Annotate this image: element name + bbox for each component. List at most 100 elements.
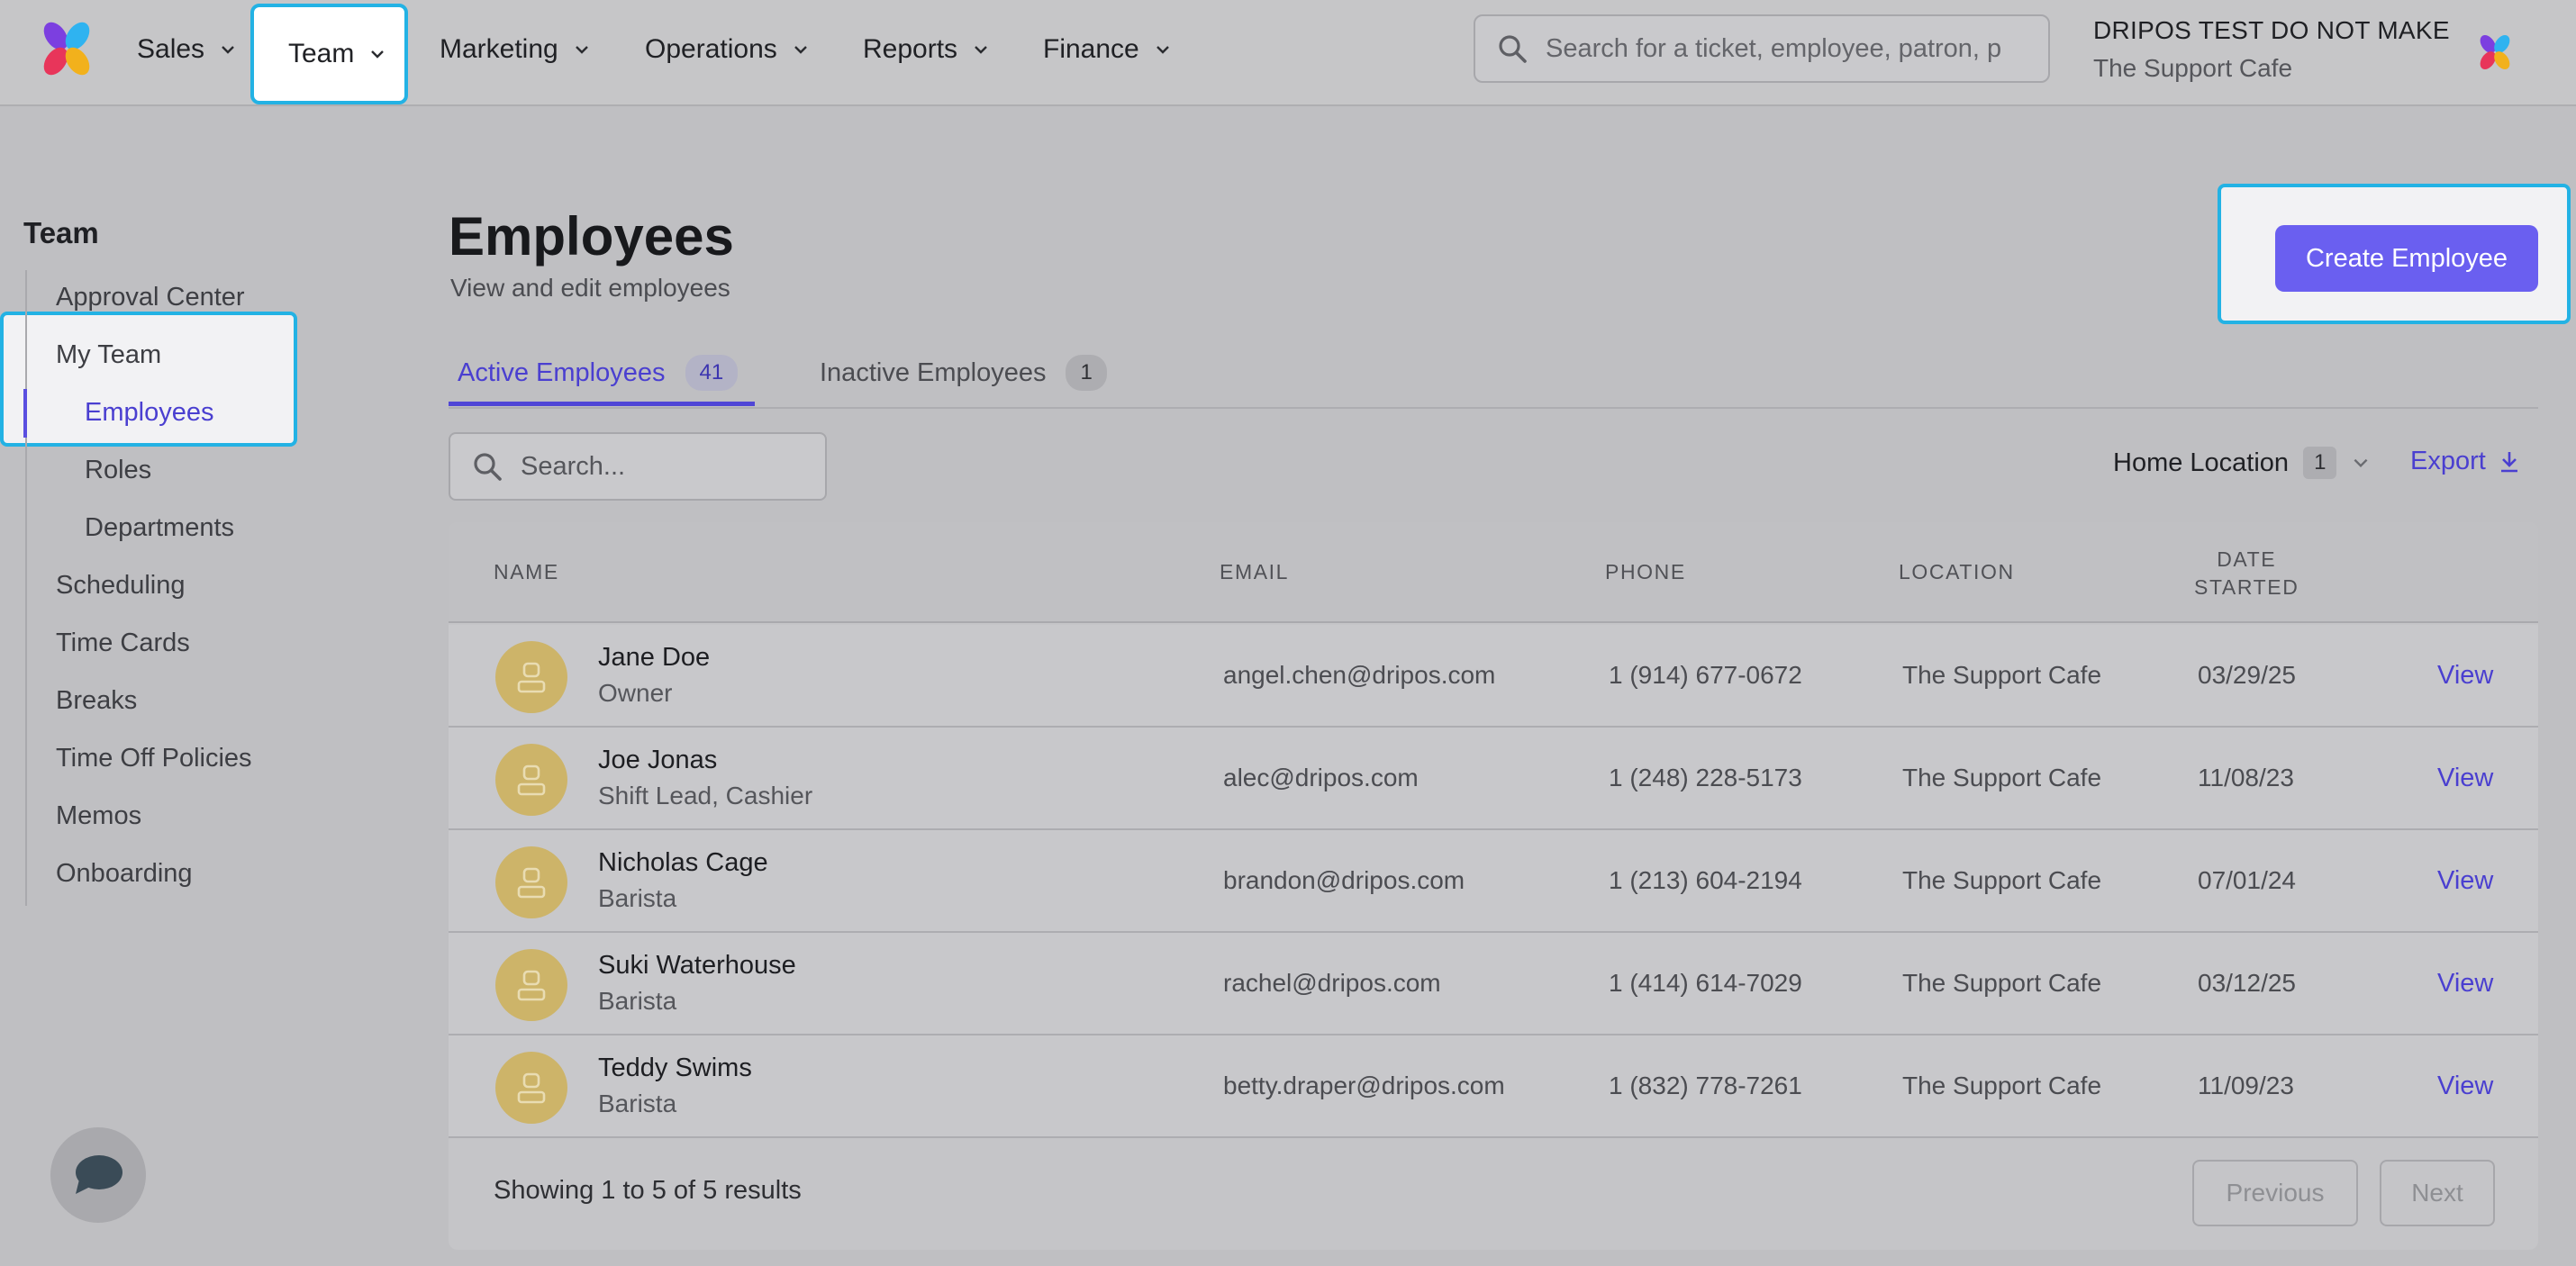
nav-team-label: Team — [288, 39, 355, 68]
sidebar-item-onboarding[interactable]: Onboarding — [56, 859, 193, 889]
tab-inactive-employees[interactable]: Inactive Employees 1 — [820, 337, 1107, 409]
employee-location: The Support Cafe — [1902, 969, 2102, 997]
table-row[interactable]: Nicholas Cage Barista brandon@dripos.com… — [449, 830, 2538, 933]
dripos-small-logo-icon[interactable] — [2475, 32, 2515, 72]
column-header-location[interactable]: LOCATION — [1899, 560, 2015, 584]
employee-search-input[interactable] — [521, 451, 809, 482]
sidebar-item-departments[interactable]: Departments — [85, 513, 234, 543]
sidebar-item-approval-center[interactable]: Approval Center — [56, 283, 245, 312]
sidebar-rail — [25, 270, 27, 906]
tab-active-employees[interactable]: Active Employees 41 — [458, 337, 739, 409]
column-header-email[interactable]: EMAIL — [1220, 560, 1289, 584]
table-row[interactable]: Teddy Swims Barista betty.draper@dripos.… — [449, 1035, 2538, 1138]
table-row[interactable]: Joe Jonas Shift Lead, Cashier alec@dripo… — [449, 728, 2538, 830]
sidebar-item-time-cards[interactable]: Time Cards — [56, 628, 190, 658]
nav-team[interactable]: Team — [250, 4, 409, 104]
table-row[interactable]: Jane Doe Owner angel.chen@dripos.com 1 (… — [449, 625, 2538, 728]
view-link[interactable]: View — [2437, 1072, 2493, 1101]
nav-reports-label: Reports — [863, 34, 958, 64]
sidebar-item-time-off-policies[interactable]: Time Off Policies — [56, 744, 252, 773]
sidebar-item-my-team[interactable]: My Team — [56, 340, 161, 370]
nav-marketing-label: Marketing — [440, 34, 558, 64]
account-switcher[interactable]: DRIPOS TEST DO NOT MAKE The Support Cafe — [2093, 16, 2450, 83]
employee-role: Barista — [598, 1090, 677, 1117]
nav-marketing[interactable]: Marketing — [440, 0, 591, 99]
tabs-divider — [449, 407, 2538, 409]
chevron-down-icon — [975, 46, 987, 54]
employee-email: alec@dripos.com — [1223, 764, 1419, 791]
person-icon — [517, 867, 546, 899]
nav-finance[interactable]: Finance — [1043, 0, 1172, 99]
view-link[interactable]: View — [2437, 866, 2493, 896]
employee-phone: 1 (248) 228-5173 — [1609, 764, 1802, 791]
column-header-phone[interactable]: PHONE — [1605, 560, 1686, 584]
top-navigation-bar: Sales Team Marketing Operations Reports … — [0, 0, 2576, 106]
view-link[interactable]: View — [2437, 969, 2493, 999]
sidebar-item-memos[interactable]: Memos — [56, 801, 141, 831]
sidebar-active-indicator — [23, 389, 27, 438]
chevron-down-icon — [222, 46, 234, 54]
home-location-filter[interactable]: Home Location 1 — [2113, 447, 2371, 479]
chevron-down-icon — [794, 46, 807, 54]
filter-label: Home Location — [2113, 448, 2290, 477]
nav-sales-label: Sales — [137, 34, 205, 64]
person-icon — [517, 764, 546, 796]
employee-role: Barista — [598, 884, 677, 912]
employee-phone: 1 (414) 614-7029 — [1609, 969, 1802, 997]
employee-location: The Support Cafe — [1902, 661, 2102, 689]
tab-inactive-employees-label: Inactive Employees — [820, 357, 1047, 387]
page-subtitle: View and edit employees — [450, 274, 730, 302]
sidebar-title: Team — [23, 216, 99, 249]
view-link[interactable]: View — [2437, 764, 2493, 793]
employee-email: betty.draper@dripos.com — [1223, 1072, 1505, 1099]
chevron-down-icon — [371, 50, 385, 59]
sidebar-item-scheduling[interactable]: Scheduling — [56, 571, 186, 601]
sidebar-item-roles[interactable]: Roles — [85, 456, 151, 485]
account-location: The Support Cafe — [2093, 54, 2293, 82]
employee-role: Shift Lead, Cashier — [598, 782, 813, 809]
account-name: DRIPOS TEST DO NOT MAKE — [2093, 16, 2450, 44]
employee-role: Barista — [598, 987, 677, 1015]
dripos-logo-icon[interactable] — [36, 18, 97, 79]
next-page-button[interactable]: Next — [2380, 1160, 2495, 1226]
avatar — [495, 846, 567, 918]
tab-active-employees-count: 41 — [685, 355, 739, 391]
chevron-down-icon — [1156, 46, 1169, 54]
tab-inactive-employees-count: 1 — [1066, 355, 1107, 391]
sidebar-item-breaks[interactable]: Breaks — [56, 686, 137, 716]
employee-name: Joe Jonas — [598, 746, 718, 774]
table-row[interactable]: Suki Waterhouse Barista rachel@dripos.co… — [449, 933, 2538, 1035]
global-search-input[interactable] — [1546, 33, 2032, 64]
filter-count-badge: 1 — [2303, 447, 2337, 479]
employee-email: rachel@dripos.com — [1223, 969, 1441, 997]
person-icon — [517, 1072, 546, 1104]
previous-page-button[interactable]: Previous — [2192, 1160, 2358, 1226]
nav-operations[interactable]: Operations — [645, 0, 810, 99]
date-header-line2: STARTED — [2194, 575, 2299, 599]
employee-search[interactable] — [449, 432, 827, 501]
export-link[interactable]: Export — [2410, 447, 2520, 476]
employee-role: Owner — [598, 679, 673, 707]
view-link[interactable]: View — [2437, 661, 2493, 691]
support-chat-button[interactable] — [50, 1127, 146, 1223]
employee-name: Nicholas Cage — [598, 848, 768, 877]
sidebar-item-employees[interactable]: Employees — [85, 398, 213, 428]
employee-date-started: 11/09/23 — [2198, 1072, 2294, 1099]
person-icon — [517, 662, 546, 693]
create-employee-button[interactable]: Create Employee — [2275, 225, 2538, 292]
employee-location: The Support Cafe — [1902, 866, 2102, 894]
avatar — [495, 641, 567, 713]
global-search[interactable] — [1474, 14, 2050, 83]
employee-date-started: 03/12/25 — [2198, 969, 2296, 997]
column-header-name[interactable]: NAME — [494, 560, 559, 584]
nav-sales[interactable]: Sales — [137, 0, 237, 99]
column-header-date-started[interactable]: DATE STARTED — [2194, 546, 2299, 601]
avatar — [495, 1052, 567, 1124]
avatar — [495, 949, 567, 1021]
nav-reports[interactable]: Reports — [863, 0, 990, 99]
chevron-down-icon — [575, 46, 588, 54]
search-icon — [474, 453, 502, 481]
employee-location: The Support Cafe — [1902, 764, 2102, 791]
employee-phone: 1 (914) 677-0672 — [1609, 661, 1802, 689]
active-tab-underline — [449, 402, 755, 406]
